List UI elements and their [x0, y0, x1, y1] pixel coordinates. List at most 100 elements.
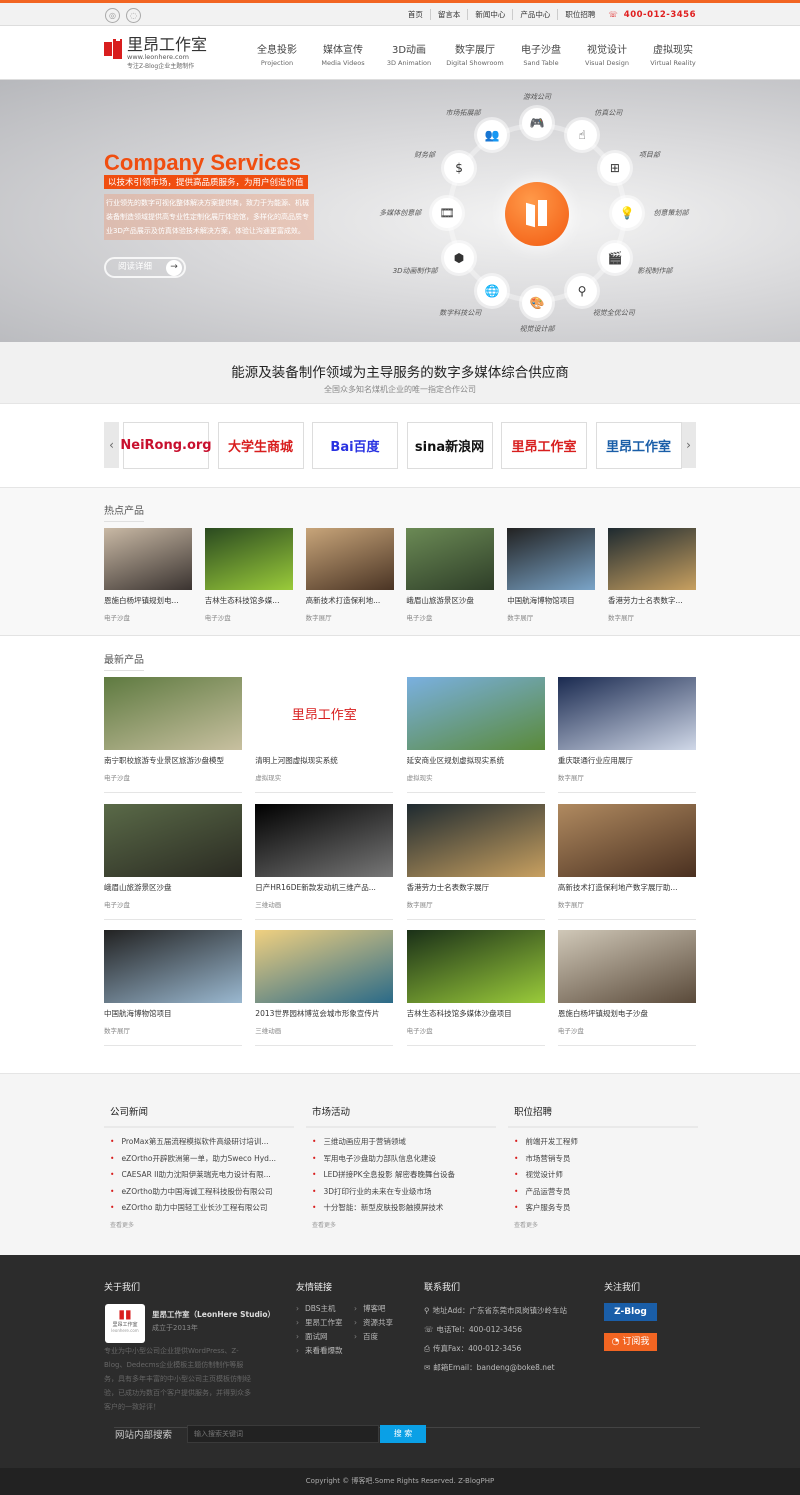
product-title[interactable]: 恩施白杨坪镇规划电...	[104, 595, 192, 606]
latest-product-card[interactable]: 日产HR16DE新款发动机三维产品... 三维动画	[255, 803, 394, 920]
hot-product-card[interactable]: 高新技术打造保利地... 数字展厅	[305, 528, 394, 622]
product-image[interactable]	[406, 803, 545, 877]
wechat-icon[interactable]: ◌	[126, 8, 141, 23]
hot-product-card[interactable]: 恩施白杨坪镇规划电... 电子沙盘	[104, 528, 192, 622]
product-image[interactable]	[406, 528, 495, 590]
product-title[interactable]: 中国航海博物馆项目	[104, 1008, 242, 1019]
nav-item-5[interactable]: 视觉设计 Visual Design	[574, 41, 640, 67]
partner-logo[interactable]: sina新浪网	[406, 422, 493, 469]
product-title[interactable]: 峨眉山旅游景区沙盘	[406, 595, 494, 606]
product-image[interactable]	[305, 528, 394, 590]
lightbulb-icon[interactable]: 💡	[612, 198, 642, 228]
product-image[interactable]	[255, 803, 394, 877]
friend-link[interactable]: 资源共享	[354, 1316, 406, 1330]
latest-product-card[interactable]: 中国航海博物馆项目 数字展厅	[104, 930, 242, 1046]
partner-logo[interactable]: 里昂工作室	[595, 422, 682, 469]
site-search-input[interactable]	[187, 1425, 379, 1443]
friend-link[interactable]: 来看看爆款	[296, 1344, 354, 1358]
product-title[interactable]: 重庆联通行业应用展厅	[558, 755, 696, 766]
product-title[interactable]: 恩施白杨坪镇规划电子沙盘	[558, 1008, 696, 1019]
friend-link[interactable]: 百度	[354, 1330, 406, 1344]
top-link-products[interactable]: 产品中心	[513, 9, 559, 20]
partner-logo[interactable]: 里昂工作室	[501, 422, 587, 469]
view-more-link[interactable]: 查看更多	[104, 1220, 294, 1229]
product-title[interactable]: 中国航海博物馆项目	[507, 595, 595, 606]
product-image[interactable]	[104, 528, 192, 590]
latest-product-card[interactable]: 2013世界园林博览会城市形象宣传片 三维动画	[255, 930, 394, 1046]
news-item[interactable]: 前端开发工程师	[514, 1134, 692, 1151]
news-item[interactable]: 市场营销专员	[514, 1151, 692, 1168]
product-title[interactable]: 香港劳力士名表数字展厅	[407, 882, 545, 893]
view-more-link[interactable]: 查看更多	[508, 1220, 698, 1229]
nav-item-0[interactable]: 全息投影 Projection	[244, 41, 310, 67]
latest-product-card[interactable]: 里昂工作室 清明上河图虚拟现实系统 虚拟现实	[255, 677, 394, 793]
product-title[interactable]: 南宁职校旅游专业景区旅游沙盘模型	[104, 755, 242, 766]
news-item[interactable]: 军用电子沙盘助力部队信息化建设	[312, 1151, 490, 1168]
product-title[interactable]: 2013世界园林博览会城市形象宣传片	[255, 1008, 393, 1019]
product-title[interactable]: 高新技术打造保利地...	[306, 595, 394, 606]
latest-product-card[interactable]: 吉林生态科技馆多媒体沙盘项目 电子沙盘	[406, 930, 545, 1046]
globe-truck-icon[interactable]: 🌐	[477, 275, 507, 306]
friend-link[interactable]: 博客吧	[354, 1302, 406, 1316]
nav-item-1[interactable]: 媒体宣传 Media Videos	[310, 41, 376, 67]
product-title[interactable]: 吉林生态科技馆多媒体沙盘项目	[407, 1008, 545, 1019]
search-button[interactable]: 搜 索	[380, 1425, 426, 1443]
hot-product-card[interactable]: 香港劳力士名表数字... 数字展厅	[608, 528, 696, 622]
top-link-guestbook[interactable]: 留言本	[431, 9, 469, 20]
news-item[interactable]: LED拼接PK全息投影 解密春晚舞台设备	[312, 1167, 490, 1184]
hand-pointer-icon[interactable]: ☝	[567, 120, 597, 151]
product-title[interactable]: 吉林生态科技馆多媒...	[205, 595, 293, 606]
product-image[interactable]	[255, 930, 394, 1003]
latest-product-card[interactable]: 延安商业区规划虚拟现实系统 虚拟现实	[406, 677, 545, 793]
news-item[interactable]: 三维动画应用于营销领域	[312, 1134, 490, 1151]
latest-product-card[interactable]: 重庆联通行业应用展厅 数字展厅	[557, 677, 696, 793]
partner-logo[interactable]: NeiRong.org	[120, 422, 212, 469]
carousel-next-button[interactable]: ›	[681, 422, 696, 468]
news-item[interactable]: eZOrtho助力中国海诚工程科技股份有限公司	[110, 1184, 288, 1201]
view-more-link[interactable]: 查看更多	[306, 1220, 496, 1229]
news-item[interactable]: 产品运营专员	[514, 1184, 692, 1201]
product-title[interactable]: 峨眉山旅游景区沙盘	[104, 882, 242, 893]
product-title[interactable]: 延安商业区规划虚拟现实系统	[407, 755, 545, 766]
money-bag-icon[interactable]: $	[444, 153, 475, 183]
news-item[interactable]: 3D打印行业的未来在专业级市场	[312, 1184, 490, 1201]
search-person-icon[interactable]: ⚲	[567, 275, 597, 306]
cube-icon[interactable]: ⬢	[444, 243, 475, 273]
news-item[interactable]: 视觉设计师	[514, 1167, 692, 1184]
palette-icon[interactable]: 🎨	[522, 288, 552, 318]
news-item[interactable]: CAESAR II助力沈阳伊莱瑞克电力设计有限...	[110, 1167, 288, 1184]
product-image[interactable]	[406, 930, 545, 1003]
news-item[interactable]: 十分智能：新型皮肤投影触摸屏技术	[312, 1200, 490, 1217]
latest-product-card[interactable]: 香港劳力士名表数字展厅 数字展厅	[406, 803, 545, 920]
site-logo[interactable]: 里昂工作室 www.leonhere.com 专注Z-Blog企业主题制作	[104, 37, 207, 70]
read-more-button[interactable]: 阅读详细 →	[104, 257, 186, 278]
friend-link[interactable]: 里昂工作室	[296, 1316, 354, 1330]
product-title[interactable]: 清明上河图虚拟现实系统	[255, 755, 393, 766]
hot-product-card[interactable]: 中国航海博物馆项目 数字展厅	[507, 528, 596, 622]
latest-product-card[interactable]: 峨眉山旅游景区沙盘 电子沙盘	[104, 803, 242, 920]
product-title[interactable]: 香港劳力士名表数字...	[608, 595, 696, 606]
latest-product-card[interactable]: 南宁职校旅游专业景区旅游沙盘模型 电子沙盘	[104, 677, 242, 793]
product-image[interactable]	[557, 930, 696, 1003]
carousel-prev-button[interactable]: ‹	[104, 422, 119, 468]
product-image[interactable]	[608, 528, 696, 590]
nav-item-3[interactable]: 数字展厅 Digital Showroom	[442, 41, 508, 67]
product-title[interactable]: 日产HR16DE新款发动机三维产品...	[255, 882, 393, 893]
news-item[interactable]: 客户服务专员	[514, 1200, 692, 1217]
weibo-icon[interactable]: ◎	[105, 8, 120, 23]
news-item[interactable]: ProMax第五届流程模拟软件高级研讨培训...	[110, 1134, 288, 1151]
hot-product-card[interactable]: 吉林生态科技馆多媒... 电子沙盘	[204, 528, 293, 622]
zblog-badge[interactable]: Z-Blog	[604, 1303, 657, 1321]
hot-product-card[interactable]: 峨眉山旅游景区沙盘 电子沙盘	[406, 528, 495, 622]
product-image[interactable]	[507, 528, 596, 590]
news-item[interactable]: eZOrtho 助力中国轻工业长沙工程有限公司	[110, 1200, 288, 1217]
gamepad-icon[interactable]: 🎮	[522, 108, 552, 138]
top-link-jobs[interactable]: 职位招聘	[558, 9, 602, 20]
friend-link[interactable]: DBS主机	[296, 1302, 354, 1316]
product-image[interactable]: 里昂工作室	[255, 677, 394, 750]
product-title[interactable]: 高新技术打造保利地产数字展厅助...	[558, 882, 696, 893]
clapperboard-icon[interactable]: 🎬	[599, 243, 630, 273]
top-link-news[interactable]: 新闻中心	[468, 9, 514, 20]
latest-product-card[interactable]: 高新技术打造保利地产数字展厅助... 数字展厅	[557, 803, 696, 920]
partner-logo[interactable]: Bai百度	[312, 422, 398, 469]
